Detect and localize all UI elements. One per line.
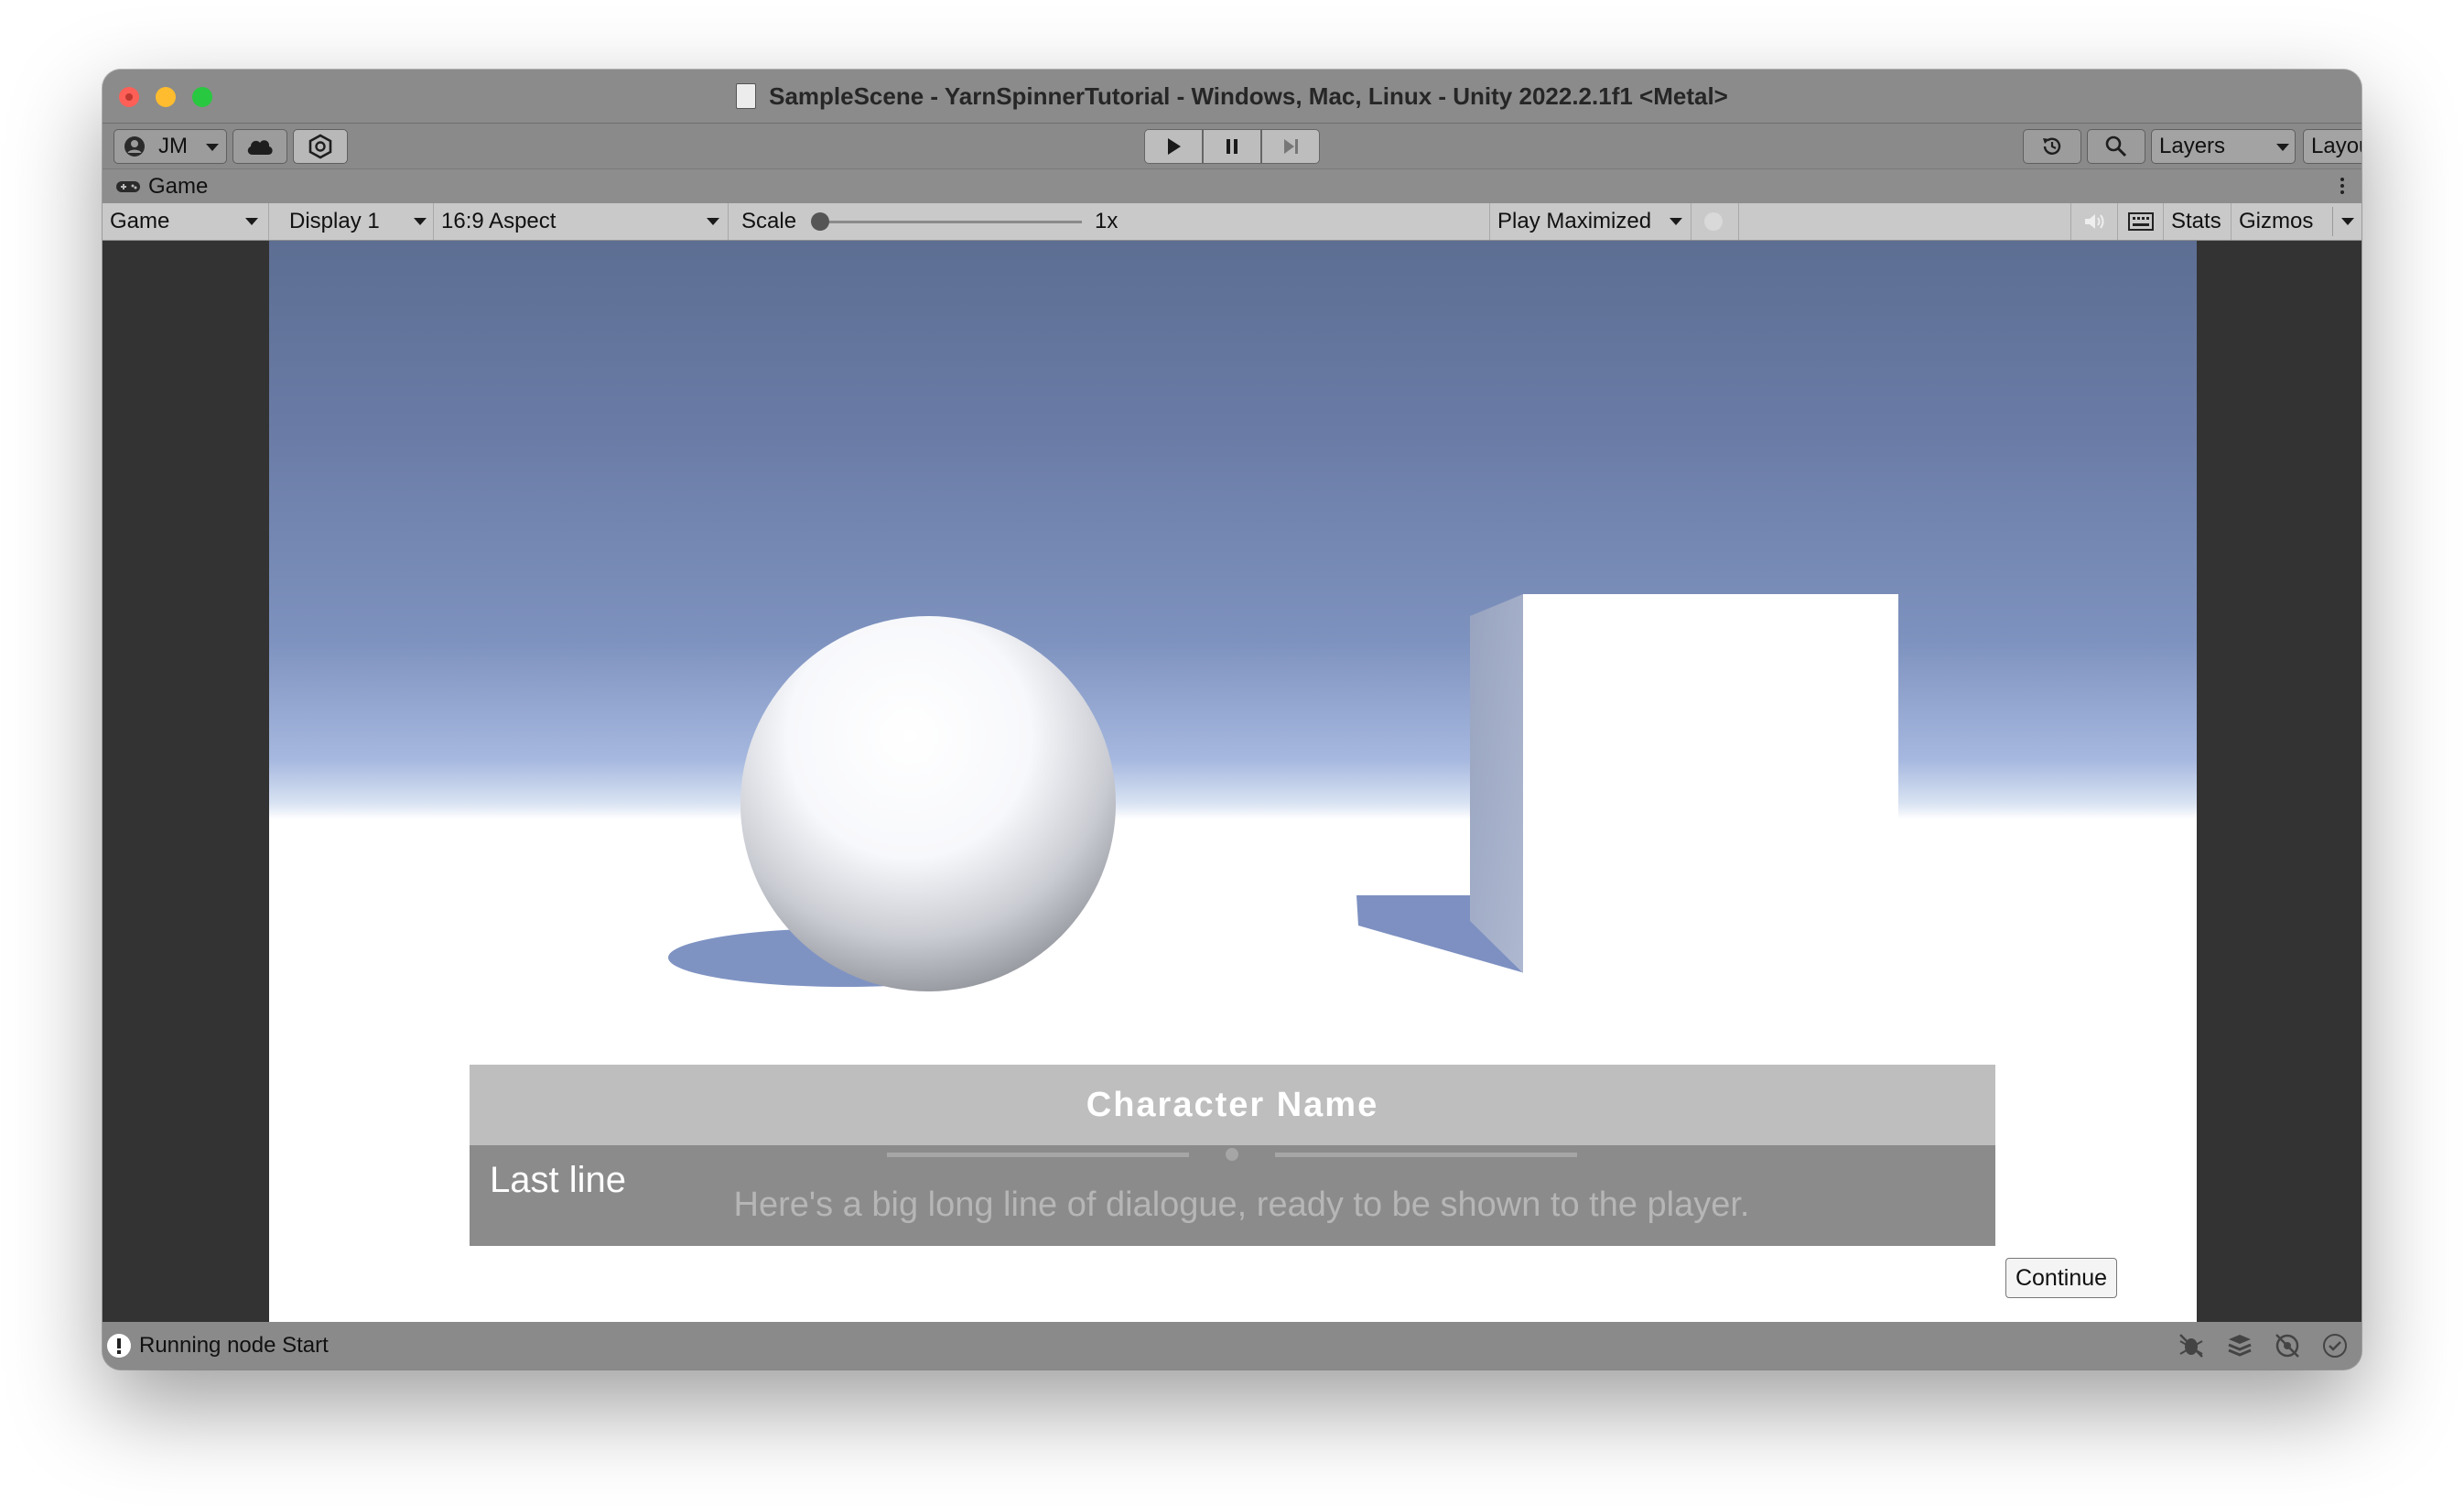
debug-mode-icon[interactable] [2178, 1332, 2205, 1359]
scale-slider-thumb[interactable] [811, 212, 829, 231]
character-name: Character Name [470, 1065, 1995, 1145]
game-view-toolbar: Game Display 1 16:9 Aspect Scale 1x Play… [103, 203, 2361, 241]
chevron-down-icon [2276, 144, 2289, 151]
chevron-down-icon [1670, 218, 1682, 225]
progress-check-icon[interactable] [2321, 1332, 2349, 1359]
collab-icon [308, 134, 332, 159]
sphere-object [740, 616, 1116, 991]
window-title-area: SampleScene - YarnSpinnerTutorial - Wind… [103, 81, 2361, 112]
dialogue-divider-left [887, 1153, 1189, 1157]
frame-debugger-toggle[interactable] [1691, 203, 1739, 240]
scene-document-icon [736, 83, 757, 110]
keyboard-icon [2128, 212, 2154, 231]
game-scene[interactable]: Character Name Last line Here's a big lo… [269, 241, 2197, 1322]
chevron-down-icon [206, 144, 219, 151]
account-icon [124, 136, 145, 157]
layers-dropdown[interactable]: Layers [2151, 129, 2296, 164]
keyboard-shortcuts-toggle[interactable] [2118, 203, 2164, 240]
gizmos-toggle[interactable]: Gizmos [2232, 203, 2361, 240]
undo-history-button[interactable] [2023, 129, 2081, 164]
display-select[interactable]: Display 1 [276, 203, 434, 240]
play-button[interactable] [1144, 129, 1203, 164]
scale-slider[interactable] [811, 212, 1082, 231]
collaborate-button[interactable] [293, 129, 348, 164]
title-bar: SampleScene - YarnSpinnerTutorial - Wind… [103, 70, 2361, 124]
main-toolbar: JM Layers Layo [103, 124, 2361, 168]
gizmos-label: Gizmos [2239, 209, 2314, 233]
view-select-label: Game [110, 209, 170, 233]
status-message[interactable]: Running node Start [139, 1322, 329, 1370]
game-viewport: Character Name Last line Here's a big lo… [103, 241, 2361, 1322]
chevron-down-icon[interactable] [2341, 218, 2354, 225]
scale-value: 1x [1095, 209, 1119, 233]
play-icon [1168, 138, 1181, 155]
stats-toggle[interactable]: Stats [2164, 203, 2232, 240]
history-icon [2043, 137, 2061, 155]
pause-icon [1227, 139, 1237, 154]
search-button[interactable] [2087, 129, 2145, 164]
chevron-down-icon [707, 218, 719, 225]
search-icon [2105, 135, 2127, 157]
scale-control: Scale 1x [729, 203, 1490, 240]
scene-visibility-icon[interactable] [2274, 1332, 2301, 1359]
layers-stack-icon[interactable] [2226, 1332, 2253, 1359]
view-select[interactable]: Game [103, 203, 269, 240]
mute-audio-toggle[interactable] [2070, 203, 2118, 240]
aspect-select[interactable]: 16:9 Aspect [434, 203, 729, 240]
scale-label: Scale [741, 209, 797, 233]
dialogue-divider-dot [1226, 1148, 1238, 1161]
dialogue-divider-right [1275, 1153, 1577, 1157]
disabled-toggle-icon [1704, 212, 1723, 231]
unity-editor-window: SampleScene - YarnSpinnerTutorial - Wind… [103, 70, 2361, 1370]
cloud-button[interactable] [232, 129, 287, 164]
chevron-down-icon [414, 218, 427, 225]
dialogue-body: Last line Here's a big long line of dial… [470, 1145, 1995, 1246]
cube-front-face [1523, 594, 1898, 973]
play-controls [1144, 129, 1320, 164]
window-title: SampleScene - YarnSpinnerTutorial - Wind… [769, 82, 1728, 110]
layers-label: Layers [2159, 134, 2226, 158]
step-icon [1284, 139, 1298, 154]
chevron-down-icon [245, 218, 258, 225]
layout-dropdown[interactable]: Layout [2303, 129, 2361, 164]
gamepad-icon [116, 181, 140, 192]
layout-label: Layout [2311, 134, 2361, 158]
pause-button[interactable] [1203, 129, 1261, 164]
continue-button[interactable]: Continue [2005, 1258, 2117, 1298]
cloud-icon [247, 140, 273, 155]
aspect-select-label: 16:9 Aspect [441, 209, 557, 233]
account-label: JM [158, 134, 188, 158]
display-select-label: Display 1 [289, 209, 380, 233]
warning-icon [107, 1334, 131, 1358]
dialogue-panel: Character Name Last line Here's a big lo… [470, 1065, 1995, 1246]
last-line-label: Last line [490, 1160, 626, 1200]
cube-side-face [1470, 594, 1523, 973]
account-dropdown[interactable]: JM [113, 129, 227, 164]
play-mode-select[interactable]: Play Maximized [1490, 203, 1691, 240]
gizmos-dropdown-divider [2332, 207, 2333, 236]
tab-options-menu[interactable] [2340, 177, 2345, 197]
game-tab-row: Game [103, 168, 2361, 204]
step-button[interactable] [1261, 129, 1320, 164]
dialogue-line-text: Here's a big long line of dialogue, read… [733, 1186, 1750, 1224]
tab-game-label: Game [148, 174, 209, 199]
mute-audio-icon [2085, 214, 2104, 229]
play-mode-label: Play Maximized [1497, 209, 1652, 233]
stats-label: Stats [2171, 209, 2221, 233]
status-bar: Running node Start [103, 1322, 2361, 1370]
